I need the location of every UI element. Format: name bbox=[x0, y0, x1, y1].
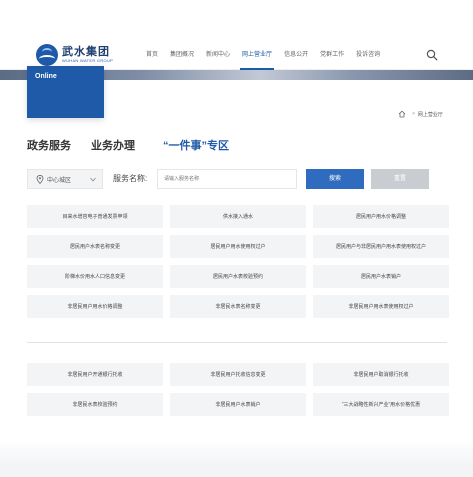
service-card[interactable]: 居民用户水表校验预约 bbox=[170, 265, 306, 288]
nav-item-disclosure[interactable]: 信息公开 bbox=[278, 40, 314, 70]
service-card[interactable]: 非居民水表校验预约 bbox=[27, 393, 163, 416]
nav-item-news[interactable]: 新闻中心 bbox=[200, 40, 236, 70]
region-value: 中心城区 bbox=[47, 177, 72, 184]
breadcrumb: > 网上营业厅 bbox=[398, 110, 443, 118]
service-card[interactable]: 非居民用户取消银行托收 bbox=[313, 363, 449, 386]
service-card[interactable]: 非居民用户开通银行托收 bbox=[27, 363, 163, 386]
logo-title: 武水集团 bbox=[62, 46, 110, 58]
service-card[interactable]: 居民用户水表名称变更 bbox=[27, 235, 163, 258]
bottom-fade bbox=[0, 440, 473, 477]
nav-item-home[interactable]: 首页 bbox=[140, 40, 164, 70]
region-select[interactable]: 中心城区 bbox=[27, 169, 103, 189]
category-tabs: 政务服务 业务办理 “一件事”专区 bbox=[27, 137, 249, 153]
service-card[interactable]: 居民用户水表销户 bbox=[313, 265, 449, 288]
service-card[interactable]: 阶梯水价用水人口信息变更 bbox=[27, 265, 163, 288]
service-card[interactable]: 居民用户用水价格调整 bbox=[313, 205, 449, 228]
page: 武水集团 WUHAN WATER GROUP 首页 集团概况 新闻中心 网上营业… bbox=[0, 0, 473, 477]
service-card[interactable]: 非居民水表名称变更 bbox=[170, 295, 306, 318]
main-nav: 首页 集团概况 新闻中心 网上营业厅 信息公开 党群工作 投诉咨询 bbox=[140, 40, 386, 70]
breadcrumb-separator: > bbox=[412, 111, 415, 117]
service-card[interactable]: 居民用户用水使用权过户 bbox=[170, 235, 306, 258]
service-card[interactable]: 目来水增容电子普通发票申领 bbox=[27, 205, 163, 228]
service-card[interactable]: 供水接入通水 bbox=[170, 205, 306, 228]
tab-business-handling[interactable]: 业务办理 bbox=[91, 137, 135, 153]
service-card[interactable]: 非居民用户水表销户 bbox=[170, 393, 306, 416]
nav-item-online-hall[interactable]: 网上营业厅 bbox=[236, 40, 278, 70]
reset-button[interactable]: 重置 bbox=[371, 169, 429, 189]
service-card[interactable]: “三大战略性新兴产业”用水价格优惠 bbox=[313, 393, 449, 416]
logo-mark-icon bbox=[36, 44, 58, 66]
home-icon[interactable] bbox=[398, 110, 406, 118]
breadcrumb-current[interactable]: 网上营业厅 bbox=[418, 111, 443, 118]
nav-item-complaints[interactable]: 投诉咨询 bbox=[350, 40, 386, 70]
location-pin-icon bbox=[36, 174, 44, 184]
service-card[interactable]: 非居民用户用水表使用权过户 bbox=[313, 295, 449, 318]
nav-item-party[interactable]: 党群工作 bbox=[314, 40, 350, 70]
tab-government-services[interactable]: 政务服务 bbox=[27, 137, 71, 153]
service-card[interactable]: 非居民用户用水价格调整 bbox=[27, 295, 163, 318]
nav-item-overview[interactable]: 集团概况 bbox=[164, 40, 200, 70]
service-name-input[interactable] bbox=[157, 169, 297, 189]
service-card[interactable]: 居民用户与非居民用户用水表使用权过户 bbox=[313, 235, 449, 258]
filter-bar: 中心城区 服务名称: 搜索 重置 bbox=[27, 169, 447, 189]
chevron-down-icon bbox=[90, 177, 96, 182]
service-name-label: 服务名称: bbox=[113, 174, 148, 183]
online-label-box: Online bbox=[27, 66, 104, 118]
tab-one-thing-zone[interactable]: “一件事”专区 bbox=[163, 137, 229, 153]
search-button[interactable]: 搜索 bbox=[306, 169, 364, 189]
search-icon[interactable] bbox=[426, 49, 438, 61]
logo-subtitle: WUHAN WATER GROUP bbox=[62, 58, 114, 63]
section-divider bbox=[27, 342, 447, 343]
logo[interactable]: 武水集团 WUHAN WATER GROUP bbox=[36, 44, 113, 66]
service-grid-secondary: 非居民用户开通银行托收 非居民用户托收信息变更 非居民用户取消银行托收 非居民水… bbox=[27, 363, 449, 416]
service-grid-primary: 目来水增容电子普通发票申领 供水接入通水 居民用户用水价格调整 居民用户水表名称… bbox=[27, 205, 449, 318]
online-label: Online bbox=[35, 73, 57, 80]
logo-text: 武水集团 WUHAN WATER GROUP bbox=[62, 46, 113, 64]
service-card[interactable]: 非居民用户托收信息变更 bbox=[170, 363, 306, 386]
